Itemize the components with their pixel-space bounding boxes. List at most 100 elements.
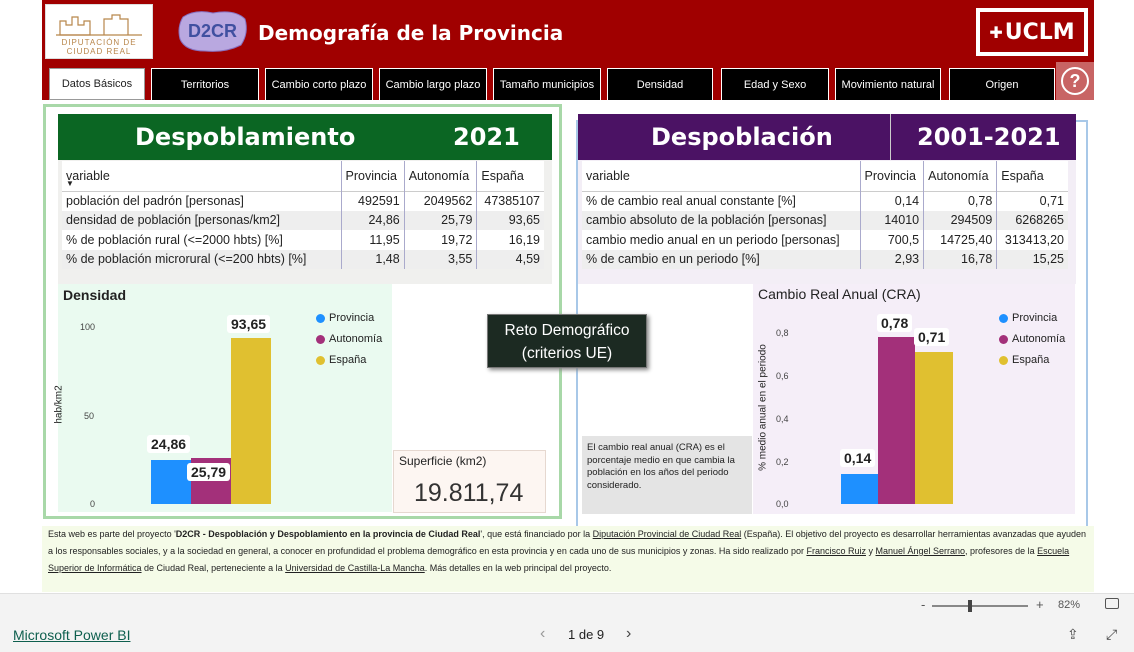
link-francisco-ruiz[interactable]: Francisco Ruiz [806, 546, 866, 556]
table-row: % de población microrural (<=200 hbts) [… [62, 249, 544, 269]
footer-text-part: . Más detalles en la web principal del p… [424, 563, 612, 573]
zoom-in-button[interactable]: + [1036, 597, 1044, 612]
zoom-slider-track[interactable] [932, 605, 1028, 607]
column-header-provincia[interactable]: Provincia [340, 161, 405, 191]
legend-label: Autonomía [329, 333, 383, 345]
table-cell: 11,95 [340, 230, 405, 250]
tab-tamano-municipios[interactable]: Tamaño municipios [493, 68, 601, 100]
legend-label: España [1012, 354, 1050, 366]
table-cell: % de población microrural (<=200 hbts) [… [66, 252, 307, 267]
fullscreen-icon[interactable]: ⤢ [1106, 626, 1117, 643]
link-diputacion[interactable]: Diputación Provincial de Ciudad Real [593, 529, 742, 539]
legend-item: España [999, 354, 1065, 366]
table-cell: % de cambio en un periodo [%] [586, 252, 760, 267]
fit-to-page-icon[interactable] [1105, 598, 1119, 609]
next-page-icon[interactable]: › [626, 625, 631, 643]
legend-item: Provincia [999, 312, 1065, 324]
table-cell: % de población rural (<=2000 hbts) [%] [66, 232, 283, 247]
tab-movimiento-natural[interactable]: Movimiento natural [835, 68, 941, 100]
density-y-axis-label: hab/km2 [53, 385, 65, 424]
legend-item: Autonomía [316, 333, 382, 345]
table-cell: 93,65 [476, 210, 544, 230]
bar-autonomia[interactable] [878, 337, 915, 504]
column-header-variable[interactable]: variable [62, 161, 341, 191]
status-bar: Microsoft Power BI ‹ 1 de 9 › ⇪ ⤢ [0, 618, 1134, 652]
y-tick-label: 0 [90, 499, 96, 509]
table-row: densidad de población [personas/km2] 24,… [62, 210, 544, 230]
zoom-slider-thumb[interactable] [968, 600, 972, 612]
prev-page-icon[interactable]: ‹ [540, 625, 545, 643]
y-tick-label: 0,0 [776, 499, 789, 509]
table-cell: 313413,20 [996, 230, 1068, 250]
link-manuel-angel-serrano[interactable]: Manuel Ángel Serrano [875, 546, 965, 556]
share-icon[interactable]: ⇪ [1067, 626, 1079, 643]
table-cell: 700,5 [859, 230, 924, 250]
uclm-logo-text: UCLM [1004, 19, 1075, 45]
column-header-variable[interactable]: variable [582, 161, 860, 191]
reto-line1: Reto Demográfico [504, 322, 630, 339]
data-label: 25,79 [187, 463, 231, 481]
reto-demografico-button[interactable]: Reto Demográfico (criterios UE) [487, 314, 647, 368]
y-tick-label: 0,6 [776, 371, 789, 381]
column-header-espana[interactable]: España [476, 161, 544, 191]
bar-espana[interactable] [915, 352, 953, 504]
cra-legend: Provincia Autonomía España [999, 312, 1065, 375]
zoom-out-button[interactable]: - [921, 597, 925, 612]
table-cell: 25,79 [403, 210, 477, 230]
legend-item: Autonomía [999, 333, 1065, 345]
despoblamiento-header: Despoblamiento 2021 [58, 114, 552, 160]
table-row: % de población rural (<=2000 hbts) [%] 1… [62, 230, 544, 250]
sort-desc-icon[interactable]: ▼ [66, 179, 74, 188]
column-header-autonomia[interactable]: Autonomía [403, 161, 477, 191]
table-cell: cambio absoluto de la población [persona… [586, 213, 827, 228]
tab-densidad[interactable]: Densidad [607, 68, 713, 100]
column-header-autonomia[interactable]: Autonomía [923, 161, 997, 191]
y-tick-label: 100 [80, 322, 96, 332]
project-description: Esta web es parte del proyecto 'D2CR - D… [42, 526, 1094, 592]
d2cr-logo-text: D2CR [187, 21, 237, 41]
table-cell: 24,86 [340, 210, 405, 230]
legend-swatch-provincia [316, 313, 325, 323]
superficie-value: 19.811,74 [414, 479, 524, 507]
table-cell: 1,48 [340, 249, 405, 269]
superficie-card: Superficie (km2) 19.811,74 [393, 450, 546, 513]
footer-project-name: D2CR - Despoblación y Despoblamiento en … [175, 529, 481, 539]
table-row: población del padrón [personas] 492591 2… [62, 191, 544, 211]
table-cell: 492591 [340, 191, 405, 211]
legend-swatch-provincia [999, 313, 1008, 323]
bar-provincia[interactable] [151, 459, 191, 504]
tab-territorios[interactable]: Territorios [151, 68, 259, 100]
powerbi-link[interactable]: Microsoft Power BI [13, 627, 130, 643]
footer-text-part: de Ciudad Real, perteneciente a la [141, 563, 286, 573]
column-header-provincia[interactable]: Provincia [859, 161, 924, 191]
footer-text-part: , profesores de la [965, 546, 1038, 556]
legend-label: Provincia [1012, 312, 1058, 324]
density-chart-title: Densidad [63, 287, 127, 303]
table-cell: 4,59 [476, 249, 544, 269]
y-tick-label: 0,8 [776, 328, 789, 338]
table-cell: 294509 [923, 210, 997, 230]
footer-text-part: Esta web es parte del proyecto ' [48, 529, 176, 539]
tab-datos-basicos[interactable]: Datos Básicos [49, 68, 145, 100]
bar-espana[interactable] [231, 338, 271, 504]
app-title: Demografía de la Provincia [258, 21, 564, 45]
table-cell: cambio medio anual en un periodo [person… [586, 232, 840, 247]
tab-cambio-largo-plazo[interactable]: Cambio largo plazo [379, 68, 487, 100]
help-button[interactable]: ? [1056, 62, 1094, 100]
bar-provincia[interactable] [841, 474, 878, 504]
link-uclm[interactable]: Universidad de Castilla-La Mancha [285, 563, 425, 573]
diputacion-logo-text: DIPUTACIÓN DE CIUDAD REAL [61, 38, 137, 56]
cra-chart-title: Cambio Real Anual (CRA) [758, 286, 921, 302]
tab-origen[interactable]: Origen [949, 68, 1055, 100]
column-header-espana[interactable]: España [996, 161, 1068, 191]
legend-swatch-espana [999, 355, 1008, 365]
tab-cambio-corto-plazo[interactable]: Cambio corto plazo [265, 68, 373, 100]
despoblacion-header: Despoblación 2001-2021 [578, 114, 1076, 160]
footer-text-part: ', que está financiado por la [480, 529, 593, 539]
table-cell: 2049562 [403, 191, 477, 211]
data-label: 0,78 [877, 314, 913, 332]
table-cell: 15,25 [996, 249, 1068, 269]
y-tick-label: 0,4 [776, 414, 789, 424]
tab-edad-y-sexo[interactable]: Edad y Sexo [721, 68, 829, 100]
table-cell: 2,93 [859, 249, 924, 269]
